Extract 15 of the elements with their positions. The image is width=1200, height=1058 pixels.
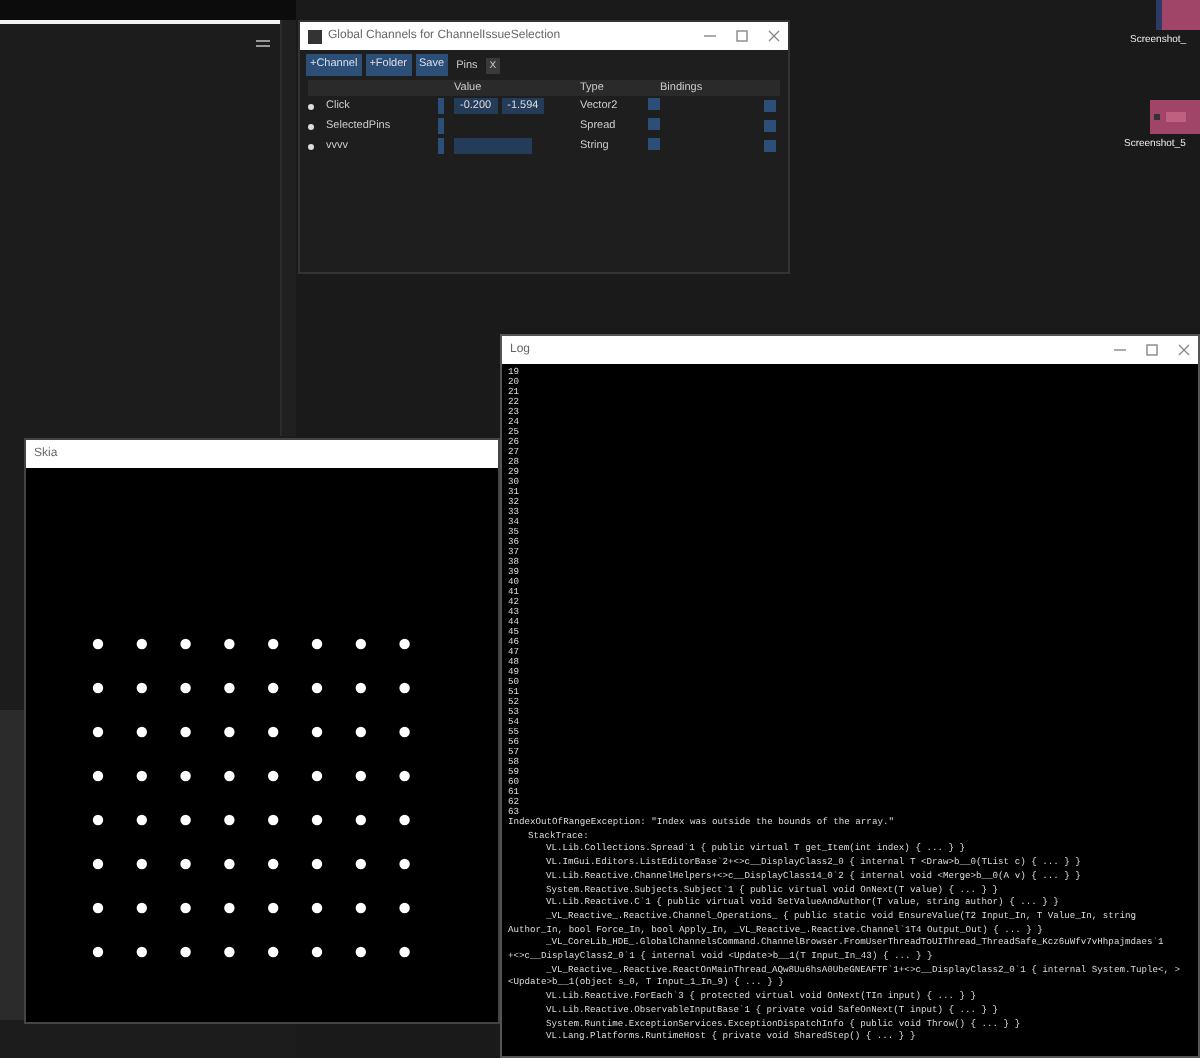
minimize-icon[interactable] bbox=[1114, 344, 1126, 356]
menu-icon[interactable] bbox=[256, 40, 270, 48]
maximize-icon[interactable] bbox=[1146, 344, 1158, 356]
bullet-icon bbox=[308, 123, 314, 129]
minimize-icon[interactable] bbox=[704, 30, 716, 42]
app-icon bbox=[308, 29, 322, 43]
bullet-icon bbox=[308, 143, 314, 149]
scrollbar[interactable] bbox=[280, 20, 296, 436]
close-icon[interactable] bbox=[768, 30, 780, 42]
close-icon[interactable] bbox=[1178, 344, 1190, 356]
image-thumbnail bbox=[1150, 100, 1200, 134]
image-thumbnail bbox=[1156, 0, 1200, 30]
bullet-icon bbox=[308, 103, 314, 109]
maximize-icon[interactable] bbox=[736, 30, 748, 42]
text-field[interactable] bbox=[454, 138, 532, 154]
